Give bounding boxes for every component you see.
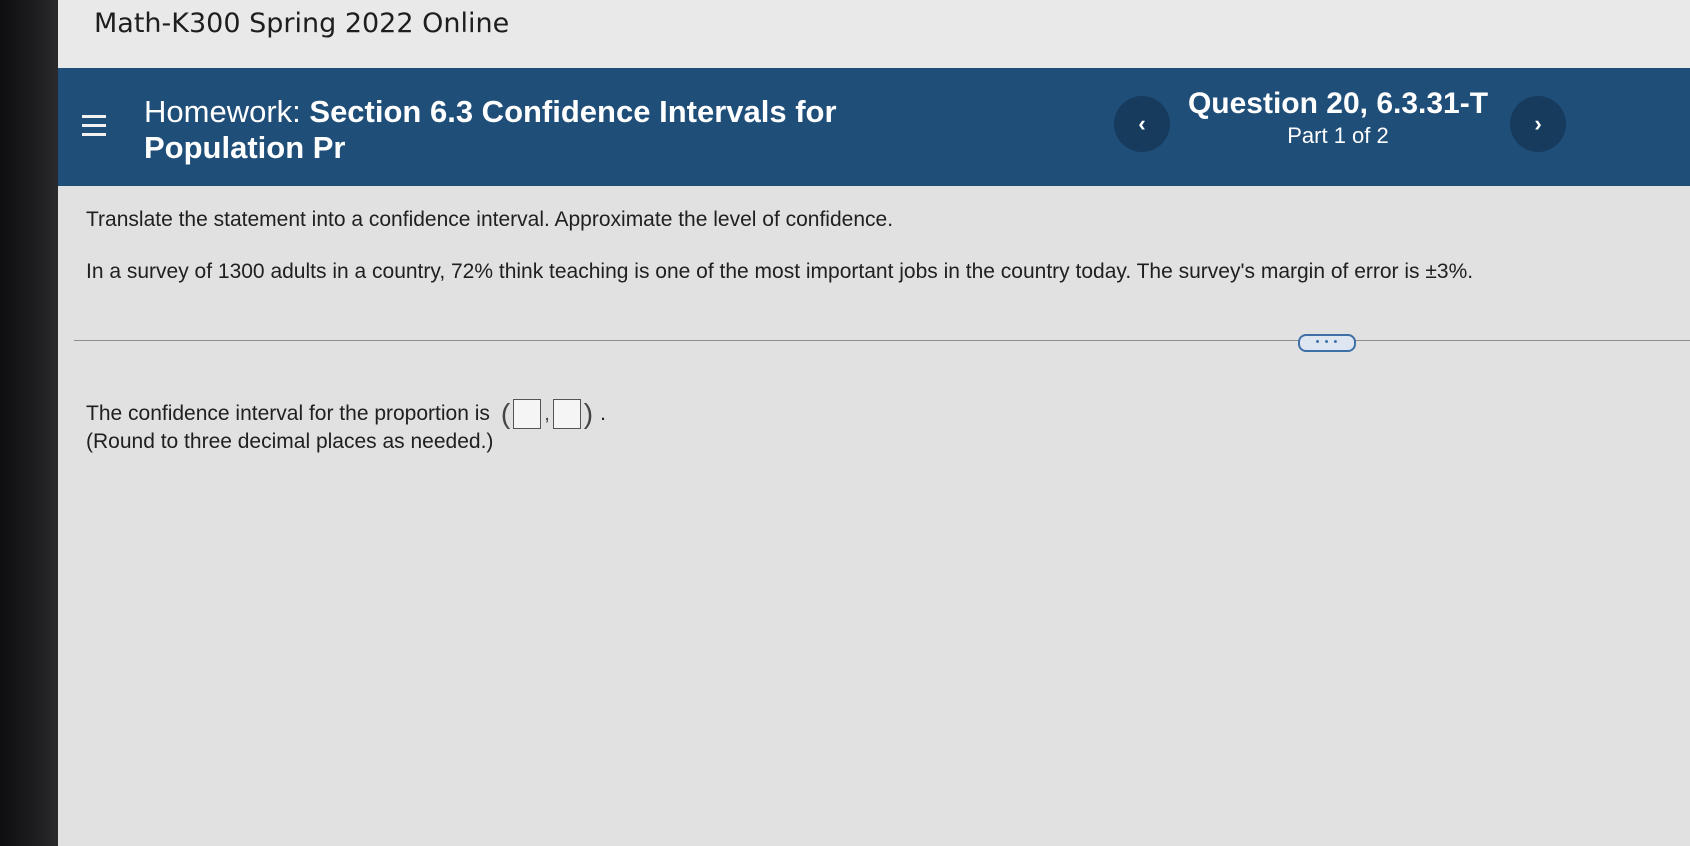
monitor-bezel — [0, 0, 58, 846]
course-bar: Math-K300 Spring 2022 Online — [58, 0, 1690, 68]
homework-label: Homework: — [144, 94, 301, 129]
homework-title: Homework: Section 6.3 Confidence Interva… — [144, 94, 924, 166]
browser-screen: Math-K300 Spring 2022 Online Homework: S… — [58, 0, 1690, 846]
answer-row: The confidence interval for the proporti… — [86, 398, 606, 430]
problem-statement: In a survey of 1300 adults in a country,… — [86, 260, 1474, 283]
open-paren: ( — [500, 398, 511, 429]
upper-bound-input[interactable] — [552, 399, 581, 429]
content-divider — [74, 340, 1690, 341]
chevron-left-icon: ‹ — [1138, 111, 1146, 136]
question-content: Translate the statement into a confidenc… — [58, 186, 1690, 846]
answer-prompt: The confidence interval for the proporti… — [86, 402, 490, 425]
next-question-button[interactable]: › — [1510, 96, 1566, 152]
instructions-text: Translate the statement into a confidenc… — [86, 208, 894, 231]
hamburger-menu-icon[interactable] — [80, 111, 108, 141]
lower-bound-input[interactable] — [513, 399, 542, 429]
part-label: Part 1 of 2 — [1287, 123, 1389, 148]
question-label: Question 20, 6.3.31-T — [1187, 87, 1489, 120]
homework-header: Homework: Section 6.3 Confidence Interva… — [58, 68, 1690, 186]
chevron-right-icon: › — [1534, 111, 1542, 136]
close-paren: ) — [583, 398, 594, 429]
course-title: Math-K300 Spring 2022 Online — [94, 8, 510, 39]
previous-question-button[interactable]: ‹ — [1114, 96, 1170, 152]
rounding-note: (Round to three decimal places as needed… — [86, 430, 494, 453]
interval-comma: , — [544, 402, 550, 425]
expand-more-button[interactable]: • • • — [1298, 334, 1356, 352]
answer-period: . — [600, 402, 606, 425]
question-indicator: Question 20, 6.3.31-T Part 1 of 2 — [1178, 86, 1498, 150]
